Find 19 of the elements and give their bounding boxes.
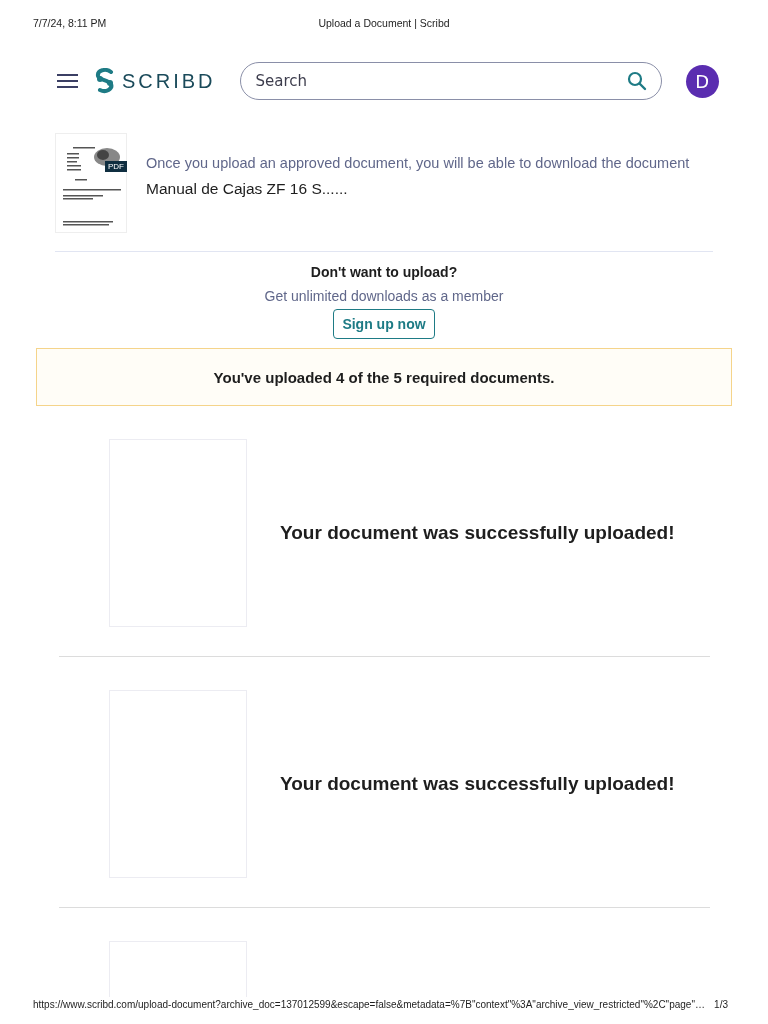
pdf-badge: PDF [105, 161, 127, 172]
upload-prompt-heading: Don't want to upload? [310, 264, 458, 280]
upload-success-message: Your document was successfully uploaded! [280, 522, 675, 544]
page-url: https://www.scribd.com/upload-document?archive_doc=137012599&escape=false&metadata=%7B"context"%3A"archive_view_restricted"%2C"page"… [33, 999, 705, 1010]
document-title: Manual de Cajas ZF 16 S...... [146, 179, 349, 198]
menu-icon[interactable] [57, 73, 78, 89]
user-avatar[interactable]: D [685, 64, 719, 98]
page-number: 1/3 [714, 999, 728, 1010]
print-date: 7/7/24, 8:11 PM [33, 17, 107, 31]
search-field[interactable]: Search [239, 62, 662, 100]
upload-progress-text: You've uploaded 4 of the 5 required documents. [213, 368, 555, 386]
membership-text: Get unlimited downloads as a member [264, 288, 504, 304]
logo-icon [94, 68, 116, 94]
logo-text[interactable]: SCRIBD [122, 69, 216, 93]
sign-up-button[interactable]: Sign up now [333, 309, 435, 339]
upload-success-message: Your document was successfully uploaded! [280, 773, 675, 795]
upload-notice: Once you upload an approved document, you will be able to download the document [146, 154, 690, 171]
page-title: Upload a Document | Scribd [318, 17, 450, 29]
search-icon[interactable] [626, 71, 647, 91]
